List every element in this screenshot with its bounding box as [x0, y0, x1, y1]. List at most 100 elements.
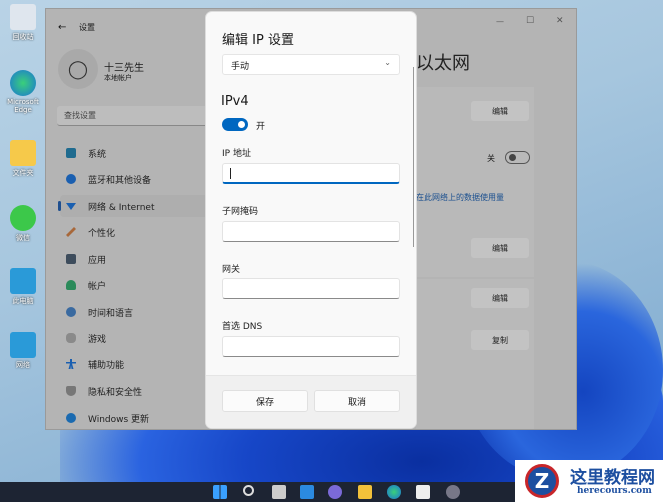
sidebar-item-privacy[interactable]: 隐私和安全性 [60, 380, 210, 402]
apps-icon [66, 254, 76, 264]
chat-icon[interactable] [328, 485, 342, 499]
recycle-bin-icon [10, 4, 36, 30]
ipv4-toggle[interactable] [222, 118, 248, 131]
desktop-icon-label: 文件夹 [12, 169, 34, 177]
desktop-icon-label: 回收站 [12, 33, 34, 41]
wechat-icon [10, 205, 36, 231]
sidebar-item-label: 应用 [88, 255, 107, 266]
sidebar-item-windows-update[interactable]: Windows 更新 [60, 407, 210, 429]
bluetooth-icon [66, 174, 76, 184]
ip-mode-dropdown[interactable]: 手动 ⌄ [222, 54, 400, 75]
edit-ip-button[interactable]: 编辑 [471, 101, 529, 121]
desktop-icon-recycle-bin[interactable]: 回收站 [4, 4, 42, 42]
ip-address-input[interactable] [222, 163, 400, 184]
file-explorer-icon[interactable] [358, 485, 372, 499]
metered-toggle[interactable] [505, 151, 530, 164]
scrollbar[interactable] [413, 67, 414, 247]
settings-icon[interactable] [446, 485, 460, 499]
sidebar-item-apps[interactable]: 应用 [60, 248, 210, 270]
search-icon[interactable] [243, 485, 254, 496]
sidebar-item-label: 隐私和安全性 [88, 387, 143, 398]
desktop-icon-label: Microsoft Edge [7, 98, 39, 114]
wifi-icon [66, 203, 76, 210]
shield-icon [66, 386, 76, 396]
sidebar-item-label: 游戏 [88, 334, 107, 345]
edit-button[interactable]: 编辑 [471, 288, 529, 308]
watermark: Z 这里教程网 herecours.com [515, 460, 663, 502]
save-button[interactable]: 保存 [222, 390, 308, 412]
preferred-dns-input[interactable] [222, 336, 400, 357]
page-title: 以太网 [416, 53, 470, 74]
preferred-dns-label: 首选 DNS [222, 322, 263, 332]
store-icon[interactable] [416, 485, 430, 499]
subnet-mask-input[interactable] [222, 221, 400, 242]
sidebar-item-label: Windows 更新 [88, 414, 150, 425]
gateway-input[interactable] [222, 278, 400, 299]
sidebar-item-gaming[interactable]: 游戏 [60, 327, 210, 349]
sidebar-item-time-language[interactable]: 时间和语言 [60, 301, 210, 323]
dialog-title: 编辑 IP 设置 [222, 33, 294, 48]
sidebar-item-label: 帐户 [88, 281, 107, 292]
sidebar-item-accounts[interactable]: 帐户 [60, 274, 210, 296]
desktop-icon-this-pc[interactable]: 此电脑 [4, 268, 42, 306]
search-placeholder: 查找设置 [64, 111, 96, 120]
edge-icon[interactable] [387, 485, 401, 499]
sidebar-item-label: 辅助功能 [88, 360, 125, 371]
subnet-mask-label: 子网掩码 [222, 207, 259, 217]
gateway-label: 网关 [222, 265, 241, 275]
user-name: 十三先生 [104, 63, 144, 74]
ipv4-toggle-label: 开 [256, 122, 266, 132]
close-button[interactable]: ✕ [556, 16, 564, 26]
globe-icon [66, 307, 76, 317]
copy-button[interactable]: 复制 [471, 330, 529, 350]
desktop-icon-wechat[interactable]: 微信 [4, 205, 42, 243]
data-usage-link[interactable]: 在此网络上的数据使用量 [416, 192, 504, 203]
desktop-icon-label: 此电脑 [12, 297, 34, 305]
computer-icon [10, 268, 36, 294]
ip-mode-value: 手动 [231, 62, 250, 72]
cancel-button[interactable]: 取消 [314, 390, 400, 412]
back-icon[interactable]: ← [58, 22, 66, 33]
account-icon [66, 280, 76, 290]
ip-address-label: IP 地址 [222, 149, 251, 159]
sidebar-item-label: 系统 [88, 149, 107, 160]
edit-ip-dialog: 编辑 IP 设置 手动 ⌄ IPv4 开 IP 地址 子网掩码 网关 首选 DNS… [205, 11, 417, 429]
desktop-icon-folder[interactable]: 文件夹 [4, 140, 42, 178]
window-title: 设置 [79, 23, 95, 32]
chevron-down-icon: ⌄ [384, 58, 391, 67]
sidebar-item-network[interactable]: 网络 & Internet [58, 195, 210, 217]
minimize-button[interactable]: — [496, 17, 504, 26]
gamepad-icon [66, 333, 76, 343]
task-view-icon[interactable] [272, 485, 286, 499]
sidebar-item-label: 蓝牙和其他设备 [88, 175, 152, 186]
avatar[interactable]: ◯ [58, 49, 98, 89]
update-icon [66, 413, 76, 423]
sidebar-item-label: 网络 & Internet [88, 202, 155, 213]
metered-toggle-label: 关 [487, 154, 495, 163]
watermark-url: herecours.com [577, 486, 652, 496]
desktop-icon-label: 微信 [16, 234, 30, 242]
maximize-button[interactable]: ☐ [526, 16, 534, 26]
sidebar-item-system[interactable]: 系统 [60, 142, 210, 164]
sidebar-item-label: 时间和语言 [88, 308, 134, 319]
sidebar-item-bluetooth[interactable]: 蓝牙和其他设备 [60, 168, 210, 190]
widgets-icon[interactable] [300, 485, 314, 499]
edit-dns-button[interactable]: 编辑 [471, 238, 529, 258]
start-icon[interactable] [213, 485, 227, 499]
dialog-footer: 保存 取消 [206, 375, 416, 428]
desktop-icon-edge[interactable]: Microsoft Edge [4, 70, 42, 114]
sidebar-item-accessibility[interactable]: 辅助功能 [60, 353, 210, 375]
watermark-logo: Z [525, 464, 559, 498]
brush-icon [66, 227, 76, 237]
accessibility-icon [66, 359, 76, 369]
network-icon [10, 332, 36, 358]
edge-icon [10, 70, 36, 96]
search-input[interactable]: 查找设置 [57, 106, 217, 126]
sidebar-item-personalization[interactable]: 个性化 [60, 221, 210, 243]
folder-icon [10, 140, 36, 166]
sidebar-item-label: 个性化 [88, 228, 116, 239]
desktop-icon-label: 网络 [16, 361, 30, 369]
desktop-icon-network[interactable]: 网络 [4, 332, 42, 370]
text-cursor [230, 168, 231, 179]
watermark-title: 这里教程网 [570, 468, 655, 488]
